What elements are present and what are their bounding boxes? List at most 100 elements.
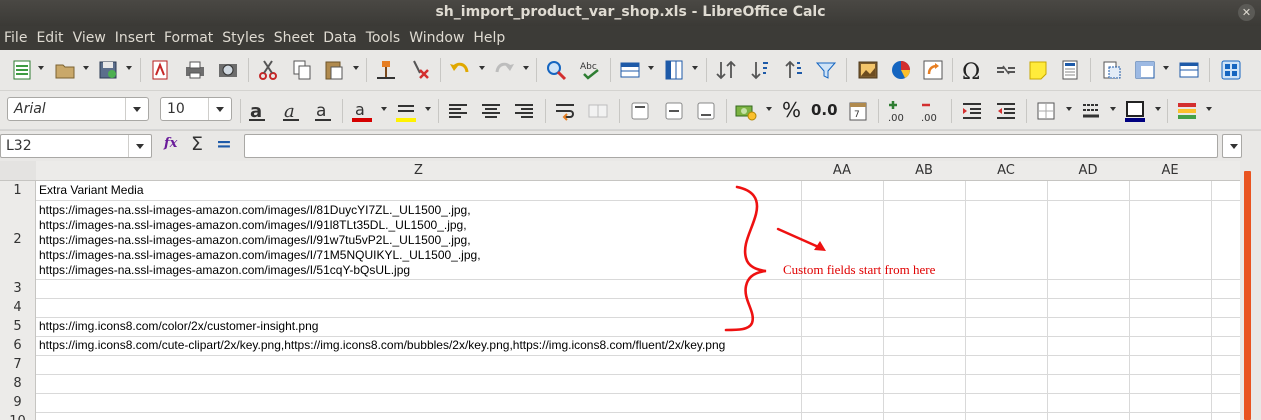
font-color-icon[interactable]: a bbox=[350, 99, 374, 123]
save-icon[interactable] bbox=[96, 58, 120, 82]
scrollbar-thumb[interactable] bbox=[1244, 171, 1251, 420]
font-color-dropdown-icon[interactable] bbox=[381, 107, 387, 111]
row-header-2[interactable]: 2 bbox=[0, 200, 36, 280]
column-icon[interactable] bbox=[662, 58, 686, 82]
highlighting-dropdown-icon[interactable] bbox=[425, 107, 431, 111]
column-dropdown-icon[interactable] bbox=[692, 66, 698, 70]
sort-ascending-icon[interactable] bbox=[748, 58, 772, 82]
sum-icon[interactable]: Σ bbox=[191, 133, 203, 155]
menu-help[interactable]: Help bbox=[469, 26, 510, 46]
align-top-icon[interactable] bbox=[628, 99, 652, 123]
cell-z5[interactable]: https://img.icons8.com/color/2x/customer… bbox=[39, 319, 318, 334]
name-box[interactable]: L32 bbox=[0, 134, 152, 158]
borders-dropdown-icon[interactable] bbox=[1066, 107, 1072, 111]
comment-icon[interactable] bbox=[1026, 58, 1050, 82]
cell-z6[interactable]: https://img.icons8.com/cute-clipart/2x/k… bbox=[39, 338, 725, 353]
font-name-box[interactable]: Arial bbox=[7, 97, 149, 121]
cut-icon[interactable] bbox=[256, 58, 280, 82]
row-icon[interactable] bbox=[618, 58, 642, 82]
border-color-icon[interactable] bbox=[1123, 99, 1147, 123]
currency-dropdown-icon[interactable] bbox=[766, 107, 772, 111]
define-print-area-icon[interactable] bbox=[1100, 58, 1124, 82]
redo-dropdown-icon[interactable] bbox=[523, 66, 529, 70]
open-dropdown-icon[interactable] bbox=[83, 66, 89, 70]
row-header-5[interactable]: 5 bbox=[0, 317, 36, 337]
decrease-indent-icon[interactable] bbox=[994, 99, 1018, 123]
vertical-scrollbar[interactable] bbox=[1240, 161, 1261, 420]
new-dropdown-icon[interactable] bbox=[38, 66, 44, 70]
formula-icon[interactable]: = bbox=[216, 133, 232, 155]
menu-insert[interactable]: Insert bbox=[111, 26, 160, 46]
borders-icon[interactable] bbox=[1034, 99, 1058, 123]
percent-format-icon[interactable]: % bbox=[782, 98, 801, 122]
spreadsheet-grid[interactable]: Z AA AB AC AD AE 1 2 3 4 5 6 7 8 9 10 Ex… bbox=[0, 161, 1240, 420]
row-header-1[interactable]: 1 bbox=[0, 181, 36, 201]
align-center-icon[interactable] bbox=[479, 99, 503, 123]
border-color-dropdown-icon[interactable] bbox=[1155, 107, 1161, 111]
font-name-dropdown-icon[interactable] bbox=[125, 98, 148, 120]
sort-icon[interactable] bbox=[714, 58, 738, 82]
sort-descending-icon[interactable] bbox=[782, 58, 806, 82]
sidebar-icon[interactable] bbox=[1219, 58, 1243, 82]
formula-input[interactable] bbox=[244, 134, 1218, 158]
paste-icon[interactable] bbox=[322, 58, 346, 82]
function-wizard-icon[interactable]: fx bbox=[164, 136, 177, 151]
insert-chart-icon[interactable] bbox=[889, 58, 913, 82]
cell-z1[interactable]: Extra Variant Media bbox=[39, 183, 144, 198]
italic-icon[interactable]: a bbox=[279, 99, 303, 123]
hyperlink-icon[interactable] bbox=[994, 58, 1018, 82]
conditional-formatting-icon[interactable] bbox=[1175, 99, 1199, 123]
column-header-ae[interactable]: AE bbox=[1129, 161, 1212, 181]
expand-formula-bar-button[interactable] bbox=[1222, 134, 1242, 158]
row-header-3[interactable]: 3 bbox=[0, 279, 36, 299]
bold-icon[interactable]: a bbox=[245, 99, 269, 123]
row-header-6[interactable]: 6 bbox=[0, 336, 36, 356]
clear-formatting-icon[interactable] bbox=[408, 58, 432, 82]
freeze-dropdown-icon[interactable] bbox=[1163, 66, 1169, 70]
print-icon[interactable] bbox=[183, 58, 207, 82]
column-header-aa[interactable]: AA bbox=[801, 161, 884, 181]
save-dropdown-icon[interactable] bbox=[126, 66, 132, 70]
column-header-ac[interactable]: AC bbox=[965, 161, 1048, 181]
row-dropdown-icon[interactable] bbox=[648, 66, 654, 70]
wrap-text-icon[interactable] bbox=[553, 99, 577, 123]
close-icon[interactable]: ✕ bbox=[1238, 4, 1255, 21]
align-left-icon[interactable] bbox=[446, 99, 470, 123]
menu-data[interactable]: Data bbox=[319, 26, 361, 46]
insert-image-icon[interactable] bbox=[856, 58, 880, 82]
menu-sheet[interactable]: Sheet bbox=[270, 26, 319, 46]
menu-window[interactable]: Window bbox=[405, 26, 469, 46]
undo-dropdown-icon[interactable] bbox=[479, 66, 485, 70]
number-format-icon[interactable]: 0.0 bbox=[811, 101, 838, 119]
undo-icon[interactable] bbox=[448, 58, 472, 82]
merge-cells-icon[interactable] bbox=[586, 99, 610, 123]
menu-view[interactable]: View bbox=[69, 26, 111, 46]
autofilter-icon[interactable] bbox=[814, 58, 838, 82]
align-right-icon[interactable] bbox=[512, 99, 536, 123]
special-character-icon[interactable]: Ω bbox=[960, 58, 984, 82]
conditional-formatting-dropdown-icon[interactable] bbox=[1206, 107, 1212, 111]
row-header-8[interactable]: 8 bbox=[0, 374, 36, 394]
row-header-10[interactable]: 10 bbox=[0, 412, 36, 420]
border-style-dropdown-icon[interactable] bbox=[1110, 107, 1116, 111]
font-size-dropdown-icon[interactable] bbox=[208, 98, 231, 120]
highlighting-icon[interactable] bbox=[394, 99, 418, 123]
date-format-icon[interactable]: 7 bbox=[846, 99, 870, 123]
add-decimal-place-icon[interactable]: .00 bbox=[886, 99, 910, 123]
copy-icon[interactable] bbox=[290, 58, 314, 82]
find-replace-icon[interactable] bbox=[544, 58, 568, 82]
pivot-table-icon[interactable] bbox=[921, 58, 945, 82]
delete-decimal-place-icon[interactable]: .00 bbox=[919, 99, 943, 123]
headers-footers-icon[interactable] bbox=[1058, 58, 1082, 82]
new-spreadsheet-icon[interactable] bbox=[10, 58, 34, 82]
font-size-box[interactable]: 10 bbox=[160, 97, 232, 121]
underline-icon[interactable]: a bbox=[311, 99, 335, 123]
center-vertically-icon[interactable] bbox=[662, 99, 686, 123]
align-bottom-icon[interactable] bbox=[694, 99, 718, 123]
freeze-rows-columns-icon[interactable] bbox=[1133, 58, 1157, 82]
redo-icon[interactable] bbox=[492, 58, 516, 82]
column-header-partial[interactable] bbox=[1211, 161, 1240, 181]
row-header-4[interactable]: 4 bbox=[0, 298, 36, 318]
menu-styles[interactable]: Styles bbox=[218, 26, 269, 46]
menu-edit[interactable]: Edit bbox=[32, 26, 68, 46]
